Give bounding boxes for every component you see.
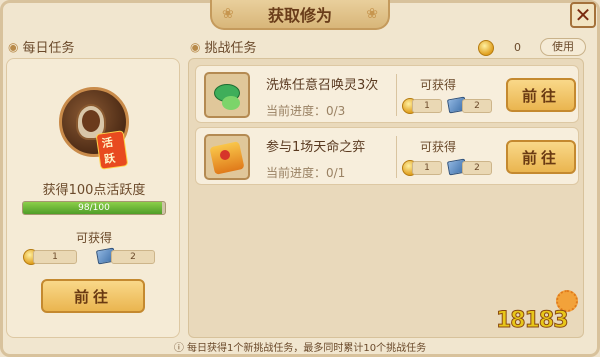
task-coin-amount: 1: [412, 99, 442, 113]
challenge-task-row: 洗炼任意召唤灵3次 当前进度：0/3 可获得 1 2 前往: [195, 65, 579, 123]
challenge-task-row: 参与1场天命之弈 当前进度：0/1 可获得 1 2 前往: [195, 127, 579, 185]
daily-reward-text: 获得100点活跃度: [42, 183, 146, 198]
currency-value: 0: [514, 41, 521, 54]
task-progress: 当前进度：0/1: [266, 166, 346, 180]
close-button[interactable]: ✕: [570, 2, 596, 28]
daily-task-card: 活跃 获得100点活跃度 98/100 可获得 1 2 前往: [6, 58, 180, 338]
dialog-title-plate: ❀ 获取修为 ❀: [210, 0, 390, 30]
dialog-title: 获取修为: [267, 6, 332, 25]
daily-section-title: 每日任务: [22, 41, 75, 56]
challenge-section-title: 挑战任务: [204, 41, 257, 56]
divider: [396, 74, 397, 116]
scroll-seal: [220, 150, 230, 160]
task-go-button[interactable]: 前往: [506, 140, 576, 174]
watermark-logo: 18183: [496, 290, 596, 350]
task-book-amount: 2: [462, 161, 492, 175]
gourd-icon: [204, 72, 250, 118]
task-coin-amount: 1: [412, 161, 442, 175]
task-available-label: 可获得: [420, 140, 457, 154]
footer-text: 每日获得1个新挑战任务，最多同时累计10个挑战任务: [187, 343, 427, 354]
challenge-section-label: ◉ 挑战任务: [190, 37, 257, 57]
coin-icon: [478, 40, 494, 56]
daily-book-amount: 2: [111, 250, 155, 264]
section-bullet-icon: ◉: [190, 39, 201, 54]
use-button[interactable]: 使用: [540, 38, 586, 56]
task-name: 参与1场天命之弈: [266, 140, 366, 155]
task-go-button[interactable]: 前往: [506, 78, 576, 112]
horn-icon: 活跃: [59, 87, 129, 170]
daily-coin-amount: 1: [33, 250, 77, 264]
daily-available-label: 可获得: [75, 231, 112, 245]
daily-go-button[interactable]: 前往: [41, 279, 145, 313]
activity-progress-bar: 98/100: [22, 201, 166, 215]
daily-section-label: ◉ 每日任务: [8, 37, 75, 57]
close-icon: ✕: [574, 3, 592, 27]
task-book-amount: 2: [462, 99, 492, 113]
task-progress: 当前进度：0/3: [266, 104, 346, 118]
scroll-icon: [204, 134, 250, 180]
section-bullet-icon: ◉: [8, 39, 19, 54]
task-name: 洗炼任意召唤灵3次: [266, 78, 379, 93]
divider: [396, 136, 397, 178]
swirl-icon: ❀: [366, 6, 378, 22]
info-icon: ⓘ: [173, 343, 188, 354]
task-available-label: 可获得: [420, 78, 457, 92]
watermark-text: 18183: [496, 308, 570, 334]
activity-badge: 活跃: [95, 130, 129, 170]
gourd-leaf: [222, 96, 240, 110]
swirl-icon: ❀: [222, 6, 234, 22]
horn-mouth: [82, 110, 100, 132]
progress-text: 98/100: [78, 203, 110, 213]
